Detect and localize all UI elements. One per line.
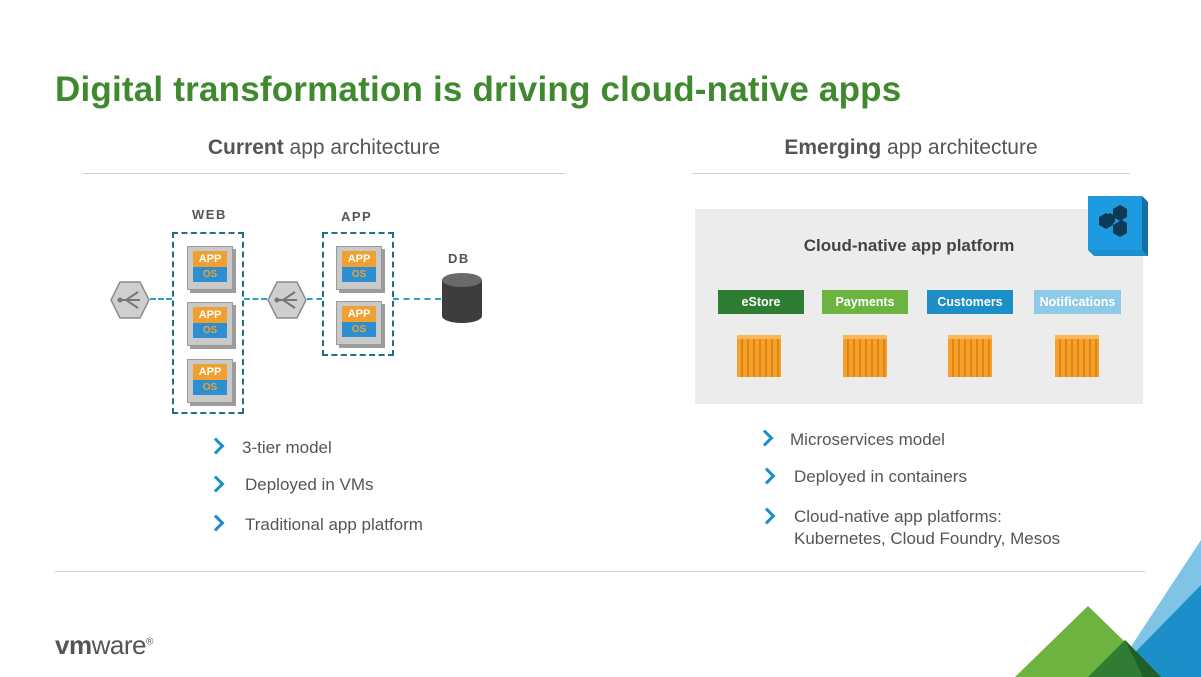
vm-os-label: OS bbox=[193, 267, 227, 282]
emerging-heading-rule bbox=[692, 173, 1130, 174]
chevron-right-icon bbox=[207, 514, 225, 532]
current-heading: Current app architecture bbox=[83, 136, 565, 160]
chevron-right-icon bbox=[758, 507, 776, 525]
vm-box: APP OS bbox=[336, 301, 382, 345]
chevron-right-icon bbox=[756, 429, 774, 447]
bullet-item: Cloud-native app platforms: bbox=[794, 507, 1002, 526]
web-tier-label: WEB bbox=[192, 207, 227, 222]
vm-box: APP OS bbox=[187, 359, 233, 403]
vmware-logo: vmware® bbox=[55, 630, 153, 661]
bullet-item: Deployed in containers bbox=[794, 467, 967, 486]
vm-os-label: OS bbox=[193, 323, 227, 338]
vm-box: APP OS bbox=[187, 302, 233, 346]
bullet-item: Microservices model bbox=[790, 430, 945, 449]
container-icon bbox=[948, 335, 992, 377]
chevron-right-icon bbox=[758, 467, 776, 485]
vm-box: APP OS bbox=[336, 246, 382, 290]
current-heading-bold: Current bbox=[207, 136, 284, 159]
vm-os-label: OS bbox=[342, 322, 376, 337]
slide-title: Digital transformation is driving cloud-… bbox=[55, 70, 902, 109]
bullet-item: 3-tier model bbox=[242, 438, 332, 457]
database-icon bbox=[442, 273, 482, 323]
load-balancer-icon bbox=[110, 281, 150, 319]
container-icon bbox=[737, 335, 781, 377]
emerging-heading-rest: app architecture bbox=[881, 136, 1038, 159]
load-balancer-icon bbox=[267, 281, 307, 319]
vm-box: APP OS bbox=[187, 246, 233, 290]
app-tier-label: APP bbox=[341, 209, 373, 224]
vm-app-label: APP bbox=[193, 364, 227, 380]
footer-rule bbox=[55, 571, 1145, 572]
app-tier-box: APP OS APP OS bbox=[322, 232, 394, 356]
bullet-item: Deployed in VMs bbox=[245, 475, 374, 494]
container-icon bbox=[1055, 335, 1099, 377]
web-tier-box: APP OS APP OS APP OS bbox=[172, 232, 244, 414]
vm-app-label: APP bbox=[342, 306, 376, 322]
db-tier-label: DB bbox=[448, 251, 470, 266]
vm-os-label: OS bbox=[193, 380, 227, 395]
service-notifications: Notifications bbox=[1034, 290, 1121, 314]
chevron-right-icon bbox=[207, 437, 225, 455]
service-payments: Payments bbox=[822, 290, 908, 314]
connector-line bbox=[307, 298, 322, 300]
platform-title: Cloud-native app platform bbox=[803, 236, 1015, 255]
vm-app-label: APP bbox=[342, 251, 376, 267]
vm-app-label: APP bbox=[193, 251, 227, 267]
connector-line bbox=[393, 298, 441, 300]
logo-vm: vm bbox=[55, 630, 92, 660]
decorative-corner-graphic bbox=[1015, 540, 1201, 677]
logo-ware: ware bbox=[91, 630, 147, 660]
connector-line bbox=[244, 298, 267, 300]
vm-os-label: OS bbox=[342, 267, 376, 282]
emerging-heading: Emerging app architecture bbox=[692, 136, 1130, 160]
current-heading-rest: app architecture bbox=[283, 136, 441, 159]
connector-line bbox=[150, 298, 172, 300]
current-heading-rule bbox=[83, 173, 565, 174]
chevron-right-icon bbox=[207, 475, 225, 493]
vm-app-label: APP bbox=[193, 307, 227, 323]
container-icon bbox=[843, 335, 887, 377]
logo-registered: ® bbox=[145, 636, 153, 648]
emerging-heading-bold: Emerging bbox=[784, 136, 882, 159]
service-estore: eStore bbox=[718, 290, 804, 314]
service-customers: Customers bbox=[927, 290, 1013, 314]
bullet-item: Traditional app platform bbox=[245, 515, 423, 534]
